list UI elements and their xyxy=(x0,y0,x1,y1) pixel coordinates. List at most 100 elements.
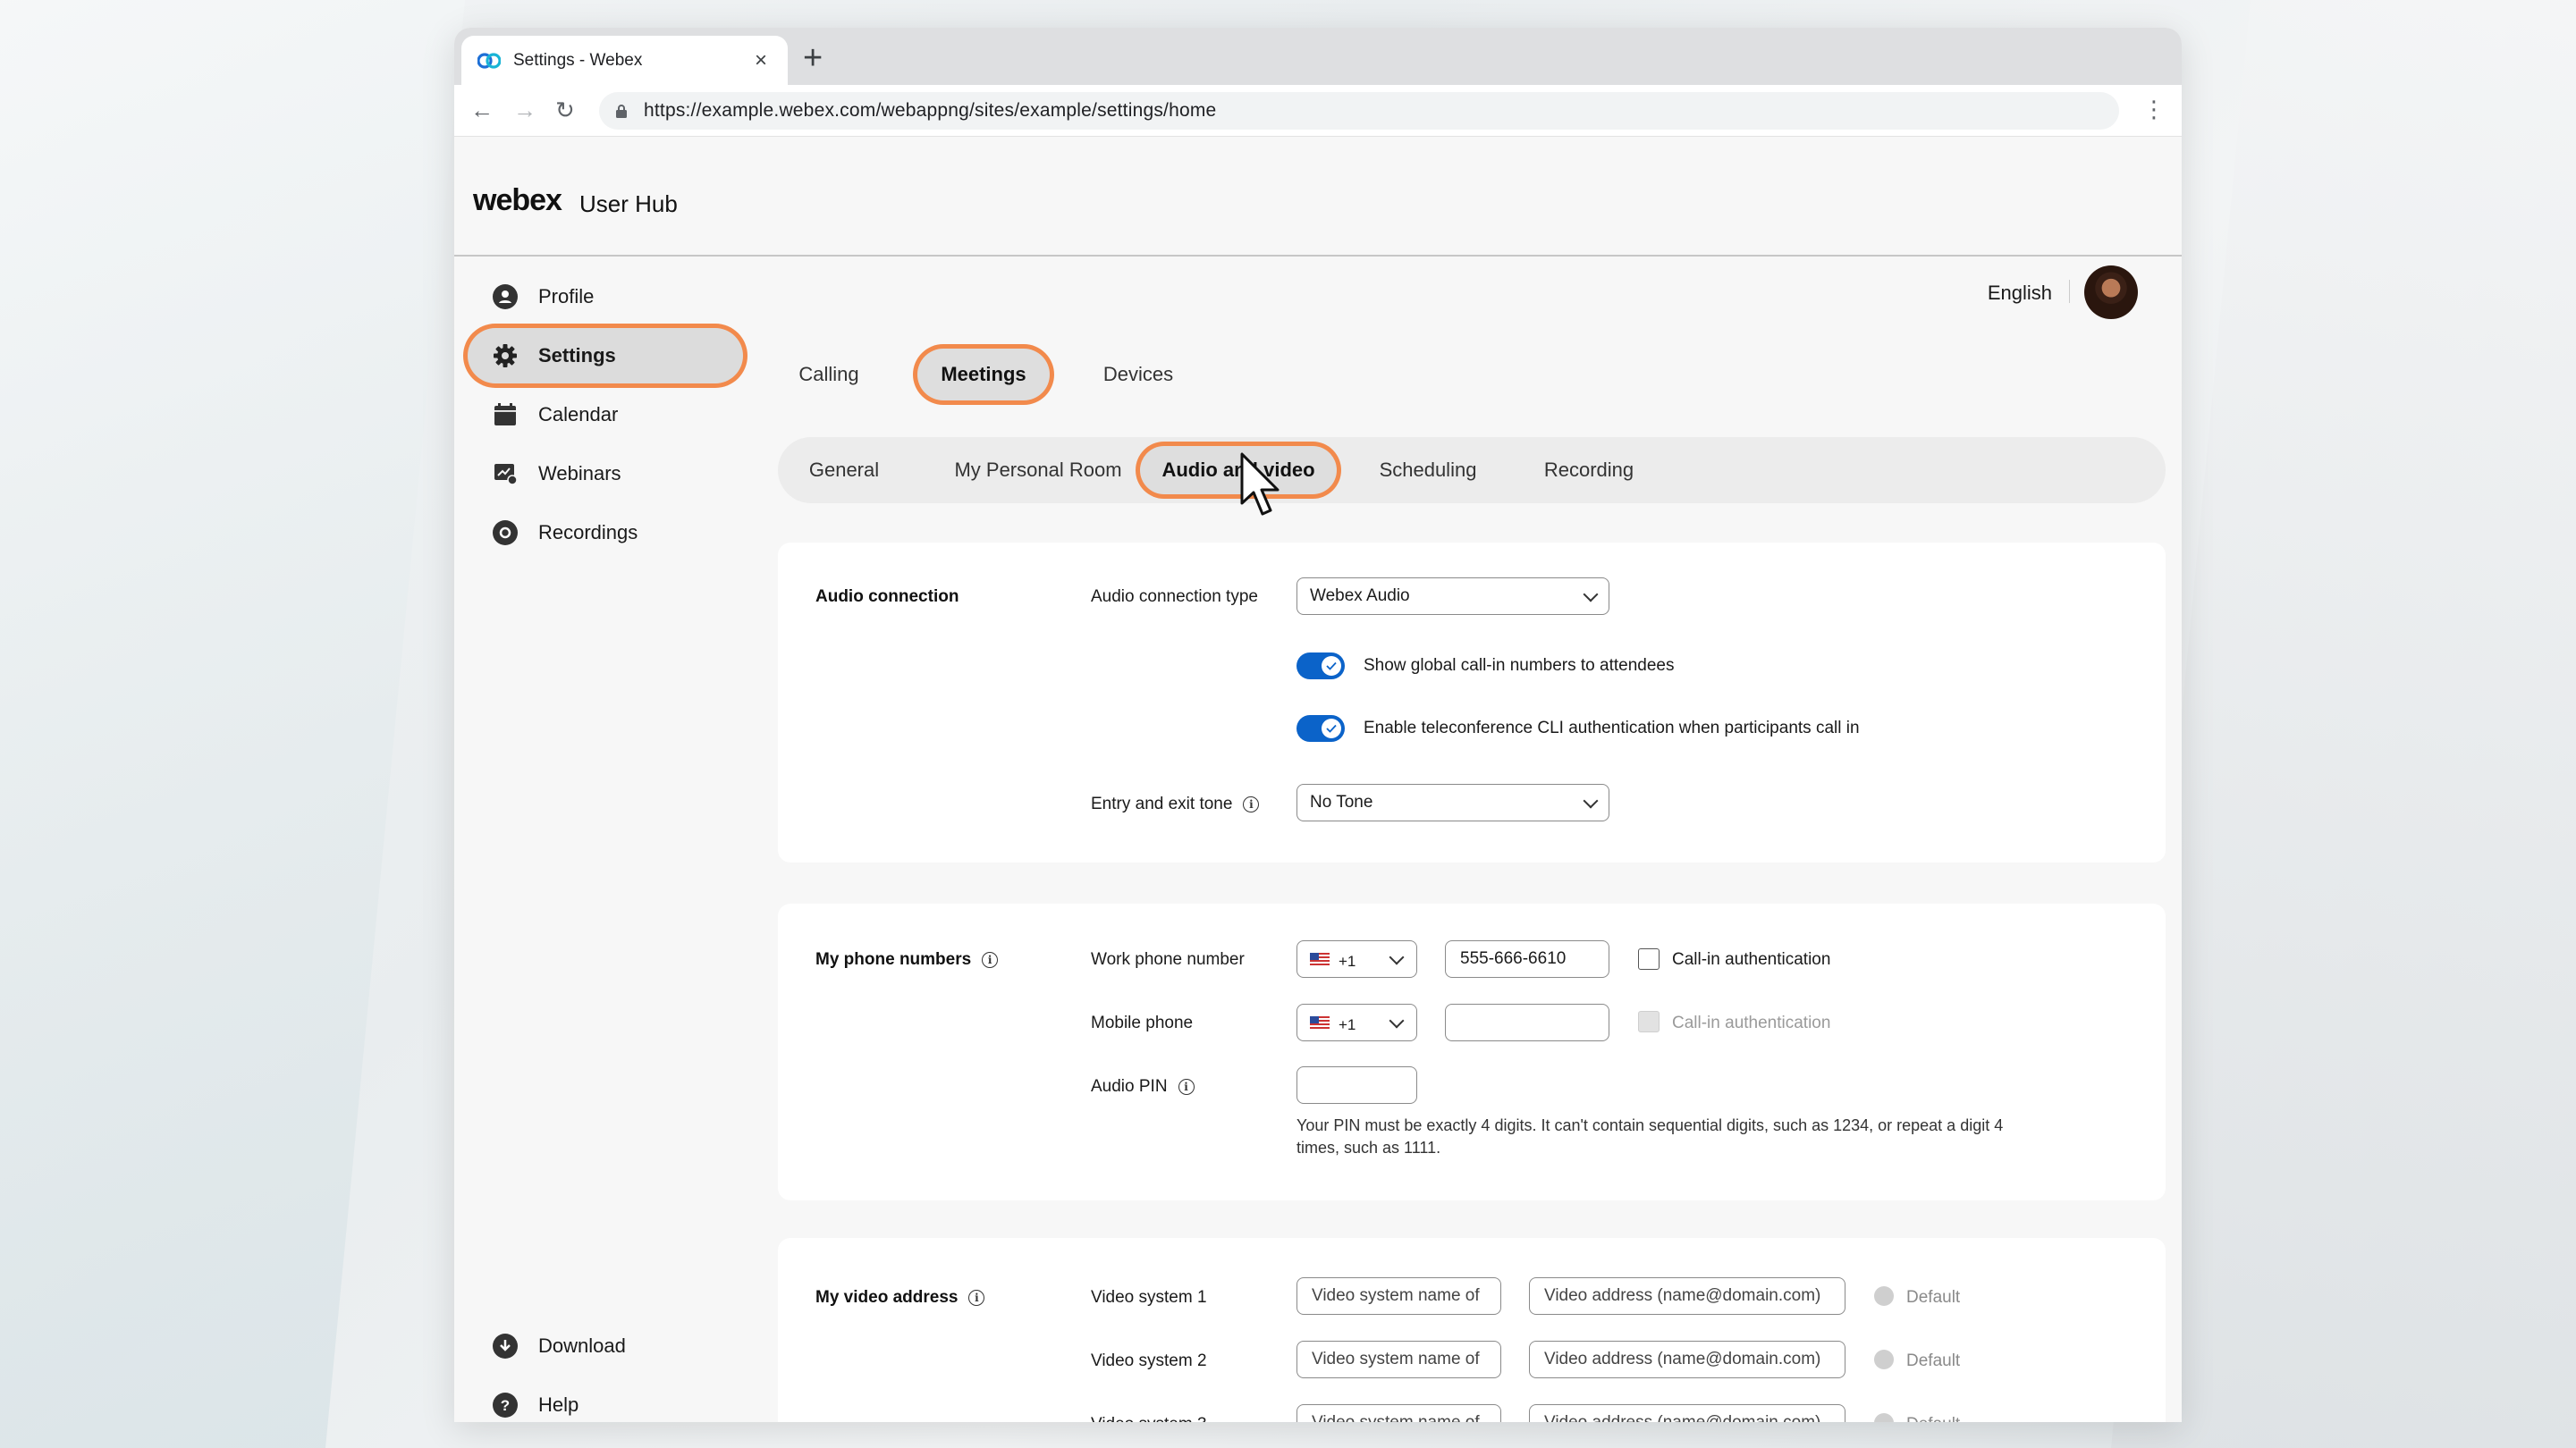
select-value: No Tone xyxy=(1310,793,1373,812)
entry-exit-tone-select[interactable]: No Tone xyxy=(1296,784,1609,821)
tab-devices[interactable]: Devices xyxy=(1087,349,1189,400)
svg-text:?: ? xyxy=(501,1397,510,1414)
us-flag-icon xyxy=(1310,952,1330,966)
video-system-name-input[interactable]: Video system name of xyxy=(1296,1341,1501,1378)
back-arrow-icon[interactable]: ← xyxy=(470,96,494,124)
field-label: Audio connection type xyxy=(1091,587,1258,606)
subtab-scheduling[interactable]: Scheduling xyxy=(1361,446,1495,494)
video-address-input[interactable]: Video address (name@domain.com) xyxy=(1529,1277,1845,1315)
reload-icon[interactable]: ↻ xyxy=(555,96,575,124)
language-selector[interactable]: English xyxy=(1988,282,2052,305)
sidebar-item-calendar[interactable]: Calendar xyxy=(468,387,743,442)
toggle-label: Show global call-in numbers to attendees xyxy=(1364,656,1675,675)
video-system-name-input[interactable]: Video system name of xyxy=(1296,1277,1501,1315)
field-label: Mobile phone xyxy=(1091,1014,1194,1032)
cli-authentication-toggle[interactable] xyxy=(1296,715,1345,742)
download-icon xyxy=(492,1333,519,1360)
recording-icon xyxy=(492,519,519,546)
sidebar-item-label: Webinars xyxy=(538,462,621,484)
video-address-input[interactable]: Video address (name@domain.com) xyxy=(1529,1404,1845,1422)
country-code: +1 xyxy=(1339,1016,1356,1033)
info-icon[interactable]: i xyxy=(1178,1079,1195,1095)
lock-icon xyxy=(615,104,628,118)
section-title: My video address i xyxy=(815,1288,985,1308)
field-label: Audio PIN i xyxy=(1091,1077,1195,1097)
gear-icon xyxy=(492,342,519,369)
info-icon[interactable]: i xyxy=(982,952,999,968)
field-label: Video system 3 xyxy=(1091,1415,1207,1422)
section-title-text: My video address xyxy=(815,1288,959,1307)
sidebar-item-profile[interactable]: Profile xyxy=(468,269,743,324)
section-title: Audio connection xyxy=(815,587,959,606)
chevron-down-icon xyxy=(1583,586,1599,602)
help-icon: ? xyxy=(492,1392,519,1419)
background-shape xyxy=(0,0,465,1448)
select-value: Webex Audio xyxy=(1310,586,1410,605)
default-radio[interactable] xyxy=(1874,1286,1894,1306)
info-icon[interactable]: i xyxy=(968,1290,985,1306)
audio-connection-type-select[interactable]: Webex Audio xyxy=(1296,577,1609,615)
profile-icon xyxy=(492,283,519,310)
audio-pin-input[interactable] xyxy=(1296,1066,1417,1104)
work-country-code-select[interactable]: +1 xyxy=(1296,940,1417,978)
divider xyxy=(2069,280,2070,303)
forward-arrow-icon[interactable]: → xyxy=(513,96,536,124)
close-icon[interactable]: × xyxy=(750,48,772,73)
tab-meetings[interactable]: Meetings xyxy=(917,349,1050,400)
work-phone-input[interactable]: 555-666-6610 xyxy=(1445,940,1609,978)
address-bar[interactable]: https://example.webex.com/webappng/sites… xyxy=(599,92,2119,130)
us-flag-icon xyxy=(1310,1015,1330,1030)
sidebar-item-help[interactable]: ? Help xyxy=(468,1377,743,1422)
sidebar-item-label: Calendar xyxy=(538,403,619,425)
pin-help-text: Your PIN must be exactly 4 digits. It ca… xyxy=(1296,1116,2004,1157)
info-icon[interactable]: i xyxy=(1243,796,1260,812)
sidebar: Profile Settings Calendar Webinars Recor… xyxy=(454,257,758,1422)
browser-tab-title: Settings - Webex xyxy=(513,50,643,70)
url-text: https://example.webex.com/webappng/sites… xyxy=(644,100,1217,121)
mobile-callin-auth-checkbox[interactable] xyxy=(1638,1011,1660,1032)
video-system-name-input[interactable]: Video system name of xyxy=(1296,1404,1501,1422)
tab-calling[interactable]: Calling xyxy=(778,349,880,400)
chevron-down-icon xyxy=(1389,1013,1405,1029)
default-radio[interactable] xyxy=(1874,1413,1894,1422)
radio-label: Default xyxy=(1906,1415,1960,1422)
mobile-phone-input[interactable] xyxy=(1445,1004,1609,1041)
app-header: webex User Hub xyxy=(454,137,2182,257)
check-icon xyxy=(1322,656,1341,676)
video-address-input[interactable]: Video address (name@domain.com) xyxy=(1529,1341,1845,1378)
radio-label: Default xyxy=(1906,1351,1961,1370)
browser-menu-icon[interactable]: ⋮ xyxy=(2142,97,2166,121)
sidebar-item-label: Recordings xyxy=(538,521,638,543)
field-label-text: Entry and exit tone xyxy=(1091,795,1233,813)
mobile-country-code-select[interactable]: +1 xyxy=(1296,1004,1417,1041)
chevron-down-icon xyxy=(1583,793,1599,809)
sidebar-item-recordings[interactable]: Recordings xyxy=(468,505,743,560)
sidebar-item-download[interactable]: Download xyxy=(468,1318,743,1374)
browser-toolbar: ← → ↻ https://example.webex.com/webappng… xyxy=(454,85,2182,137)
browser-window: Settings - Webex × + ← → ↻ https://examp… xyxy=(454,28,2182,1422)
field-label: Work phone number xyxy=(1091,950,1245,969)
checkbox-label: Call-in authentication xyxy=(1672,950,1831,969)
avatar[interactable] xyxy=(2084,265,2138,319)
phone-numbers-panel: My phone numbers i Work phone number +1 … xyxy=(778,904,2166,1200)
webinar-icon xyxy=(492,460,519,487)
video-address-panel: My video address i Video system 1 Video … xyxy=(778,1238,2166,1422)
subtab-general[interactable]: General xyxy=(790,446,898,494)
app-name: User Hub xyxy=(579,190,678,217)
chevron-down-icon xyxy=(1389,949,1405,965)
global-callin-toggle[interactable] xyxy=(1296,652,1345,679)
subtab-personal-room[interactable]: My Personal Room xyxy=(926,446,1150,494)
browser-tab[interactable]: Settings - Webex × xyxy=(461,36,788,85)
sidebar-item-settings[interactable]: Settings xyxy=(468,328,743,383)
field-label: Entry and exit tone i xyxy=(1091,795,1260,814)
mouse-cursor-icon xyxy=(1240,452,1280,516)
webex-logo: webex xyxy=(473,183,562,217)
toggle-label: Enable teleconference CLI authentication… xyxy=(1364,719,1860,737)
sidebar-item-label: Settings xyxy=(538,344,616,366)
work-callin-auth-checkbox[interactable] xyxy=(1638,948,1660,970)
country-code: +1 xyxy=(1339,953,1356,970)
new-tab-plus-icon[interactable]: + xyxy=(803,40,823,76)
sidebar-item-webinars[interactable]: Webinars xyxy=(468,446,743,501)
subtab-recording[interactable]: Recording xyxy=(1522,446,1656,494)
default-radio[interactable] xyxy=(1874,1350,1894,1369)
